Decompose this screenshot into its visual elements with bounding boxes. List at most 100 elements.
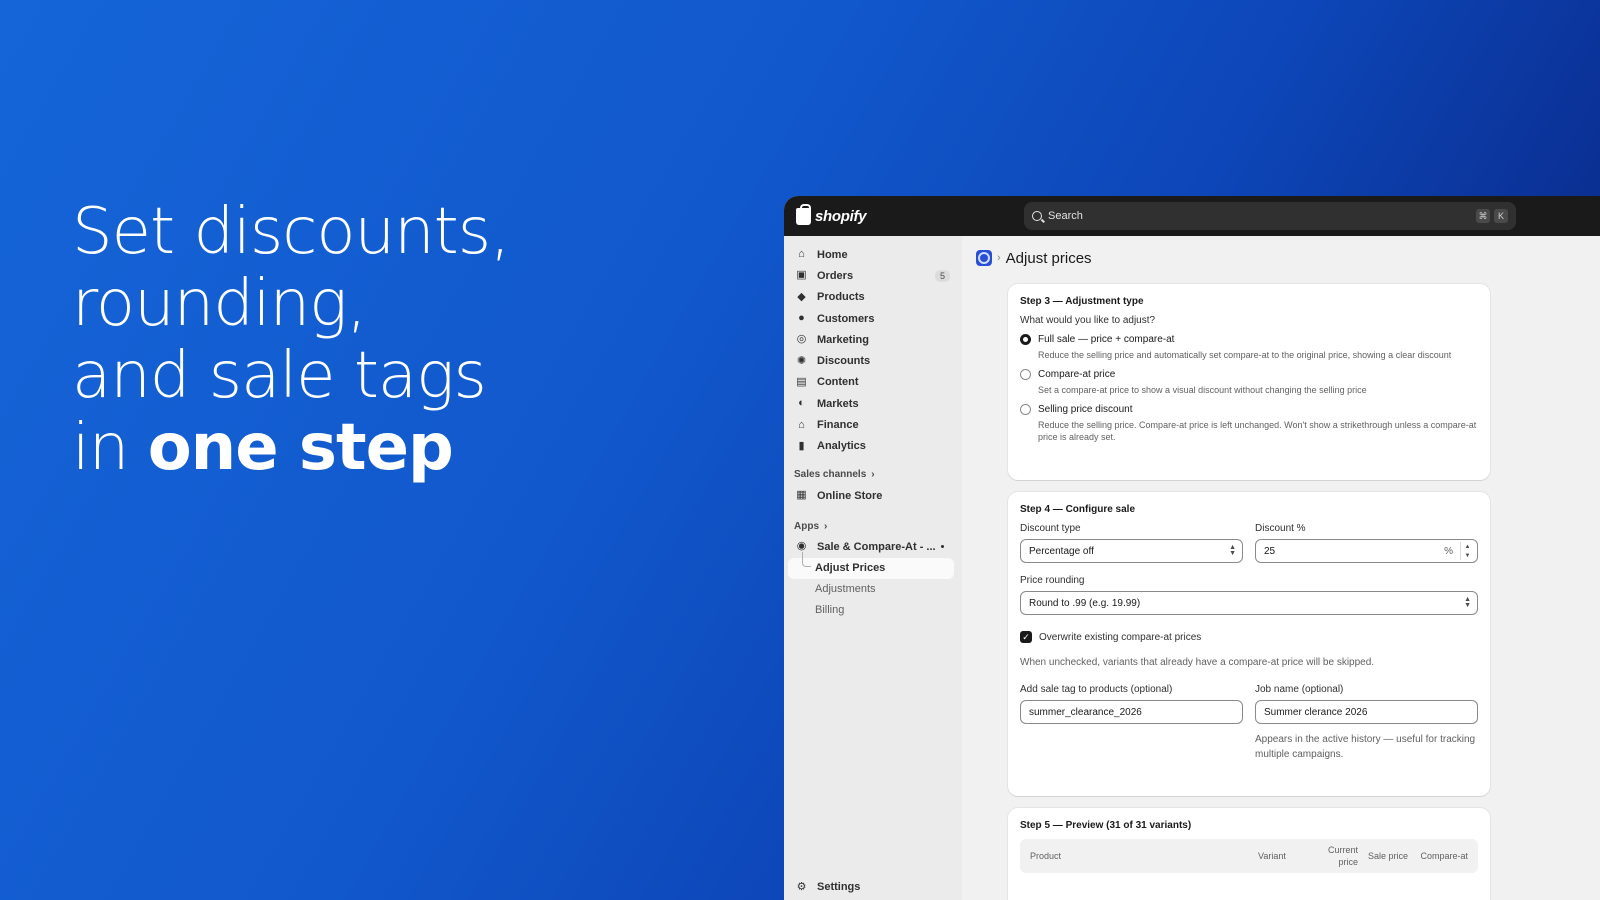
sidebar-subitem-adjustments[interactable]: Adjustments <box>784 579 962 600</box>
job-name-input[interactable]: Summer clerance 2026 <box>1255 700 1478 724</box>
k-key: K <box>1494 209 1508 223</box>
sidebar-item-label: Discounts <box>817 355 871 368</box>
sidebar-item-analytics[interactable]: ▮ Analytics <box>784 436 962 457</box>
sales-channels-heading[interactable]: Sales channels › <box>784 465 962 485</box>
person-icon: ● <box>798 312 805 325</box>
option-label: Full sale — price + compare-at <box>1038 334 1175 345</box>
sidebar-item-products[interactable]: ◆ Products <box>784 287 962 308</box>
sidebar-item-label: Settings <box>817 881 861 894</box>
sidebar-item-content[interactable]: ▤ Content <box>784 372 962 393</box>
number-stepper[interactable]: ▲ ▼ <box>1460 542 1474 560</box>
hero-line-2: rounding, <box>72 267 367 341</box>
step4-card: Step 4 — Configure sale Discount type Pe… <box>1008 492 1490 796</box>
app-logo-icon[interactable] <box>976 250 992 266</box>
sidebar-item-label: Home <box>817 248 848 261</box>
option-description: Reduce the selling price. Compare-at pri… <box>1038 420 1477 442</box>
sale-tag-label: Add sale tag to products (optional) <box>1020 684 1173 695</box>
shopify-logo[interactable]: shopify <box>796 203 867 225</box>
tag-icon: ◆ <box>797 290 806 303</box>
sidebar-item-discounts[interactable]: ✺ Discounts <box>784 350 962 371</box>
admin-window: shopify Search ⌘ K ⌂ Home ▣ Orders 5 ◆ Prod… <box>784 196 1600 900</box>
sidebar-item-label: Sale & Compare-At - ... <box>817 540 936 553</box>
sidebar-item-label: Content <box>817 376 859 389</box>
overwrite-checkbox-row[interactable]: ✓ Overwrite existing compare-at prices <box>1020 631 1478 643</box>
rounding-label: Price rounding <box>1020 575 1085 586</box>
stepper-up-icon[interactable]: ▲ <box>1465 544 1471 550</box>
sidebar-item-markets[interactable]: ◐ Markets <box>784 393 962 414</box>
overwrite-label: Overwrite existing compare-at prices <box>1039 631 1202 643</box>
sidebar-item-label: Online Store <box>817 489 883 502</box>
sidebar-item-label: Analytics <box>817 440 866 453</box>
sidebar-item-label: Finance <box>817 419 859 432</box>
sidebar-item-marketing[interactable]: ◎ Marketing <box>784 329 962 350</box>
rounding-select[interactable]: Round to .99 (e.g. 19.99) ▲ ▼ <box>1020 591 1478 615</box>
step3-heading: Step 3 — Adjustment type <box>1020 296 1144 307</box>
discount-pct-value: 25 <box>1264 545 1276 557</box>
sidebar-item-label: Products <box>817 291 865 304</box>
discount-pct-label: Discount % <box>1255 523 1306 534</box>
hero-line-4: in one step <box>72 412 509 484</box>
adjustment-option-selling-price[interactable]: Selling price discount Reduce the sellin… <box>1020 404 1478 443</box>
option-description: Reduce the selling price and automatical… <box>1038 350 1452 360</box>
sidebar-item-orders[interactable]: ▣ Orders 5 <box>784 265 962 286</box>
job-name-label: Job name (optional) <box>1255 684 1344 695</box>
top-bar: shopify Search ⌘ K <box>784 196 1600 236</box>
sidebar-item-home[interactable]: ⌂ Home <box>784 244 962 265</box>
column-compare-at: Compare-at <box>1420 851 1468 861</box>
page-title: Adjust prices <box>1005 249 1092 267</box>
step3-card: Step 3 — Adjustment type What would you … <box>1008 284 1490 480</box>
radio-compare-at[interactable] <box>1020 369 1031 380</box>
rounding-value: Round to .99 (e.g. 19.99) <box>1029 597 1141 609</box>
step3-question: What would you like to adjust? <box>1020 315 1156 326</box>
step5-card: Step 5 — Preview (31 of 31 variants) Pro… <box>1008 808 1490 900</box>
logo-text: shopify <box>815 207 867 225</box>
preview-table-header: Product Variant Current price Sale price… <box>1020 839 1478 873</box>
step5-heading: Step 5 — Preview (31 of 31 variants) <box>1020 820 1192 831</box>
radio-selling-price[interactable] <box>1020 404 1031 415</box>
adjustment-option-full-sale[interactable]: Full sale — price + compare-at Reduce th… <box>1020 334 1478 361</box>
apps-heading[interactable]: Apps › <box>784 516 962 536</box>
sidebar-item-finance[interactable]: ⌂ Finance <box>784 414 962 435</box>
pin-dot-icon <box>941 545 944 549</box>
orders-count-badge: 5 <box>934 269 950 282</box>
select-chevron-icon: ▲ ▼ <box>1464 596 1471 609</box>
option-description: Set a compare-at price to show a visual … <box>1038 385 1367 395</box>
hero-headline: Set discounts, rounding, and sale tags i… <box>72 195 510 484</box>
hero-line-4-prefix: in <box>72 411 148 485</box>
apps-label: Apps <box>794 520 819 532</box>
adjustment-option-compare-at[interactable]: Compare-at price Set a compare-at price … <box>1020 369 1478 396</box>
column-product: Product <box>1030 851 1062 861</box>
content-icon: ▤ <box>796 375 807 388</box>
discount-icon: ✺ <box>796 354 807 367</box>
sidebar-item-label: Orders <box>817 269 854 282</box>
main-content: › Adjust prices Step 3 — Adjustment type… <box>962 236 1600 900</box>
sidebar-subitem-adjust-prices[interactable]: Adjust Prices <box>788 551 954 579</box>
sale-tag-input[interactable]: summer_clearance_2026 <box>1020 700 1243 724</box>
radio-full-sale[interactable] <box>1020 334 1031 345</box>
chevron-right-icon: › <box>824 520 828 532</box>
sidebar-item-customers[interactable]: ● Customers <box>784 308 962 329</box>
sidebar-item-settings[interactable]: ⚙ Settings <box>784 877 962 898</box>
job-name-help: Appears in the active history — useful f… <box>1255 734 1476 760</box>
column-current-price: Current price <box>1327 845 1358 867</box>
option-label: Selling price discount <box>1038 404 1133 415</box>
sidebar-item-online-store[interactable]: ▦ Online Store <box>784 485 962 506</box>
gear-icon: ⚙ <box>796 880 807 893</box>
overwrite-checkbox[interactable]: ✓ <box>1020 631 1032 643</box>
hero-line-1: Set discounts, <box>72 195 510 269</box>
overwrite-help: When unchecked, variants that already ha… <box>1020 657 1375 668</box>
column-variant: Variant <box>1258 851 1286 861</box>
option-label: Compare-at price <box>1038 369 1116 380</box>
bank-icon: ⌂ <box>798 418 805 431</box>
chevron-right-icon: › <box>871 469 875 481</box>
discount-pct-input[interactable]: 25 % ▲ ▼ <box>1255 539 1478 563</box>
column-sale-price: Sale price <box>1367 851 1408 861</box>
sidebar-subitem-billing[interactable]: Billing <box>784 600 962 621</box>
orders-icon: ▣ <box>796 269 807 282</box>
search-input[interactable]: Search ⌘ K <box>1024 202 1516 230</box>
breadcrumb-separator-icon: › <box>997 252 1001 264</box>
command-key: ⌘ <box>1476 209 1490 223</box>
stepper-down-icon[interactable]: ▼ <box>1465 553 1471 559</box>
target-icon: ◎ <box>796 333 807 346</box>
discount-type-select[interactable]: Percentage off ▲ ▼ <box>1020 539 1243 563</box>
